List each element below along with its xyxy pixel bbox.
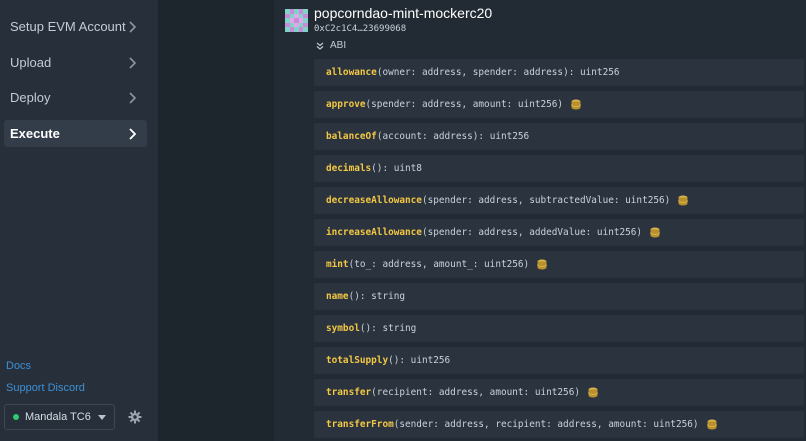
function-signature: (): uint256 [388, 355, 451, 366]
sidebar-item-upload[interactable]: Upload [4, 49, 147, 76]
function-transfer[interactable]: transfer (recipient: address, amount: uin… [314, 379, 804, 406]
function-name: totalSupply [326, 355, 389, 366]
function-signature: (to_: address, amount_: uint256) [348, 259, 530, 270]
function-signature: (): uint8 [371, 163, 422, 174]
function-signature: (account: address): uint256 [376, 131, 530, 142]
function-name: approve [326, 99, 366, 110]
chevron-right-icon [127, 127, 139, 141]
function-increaseallowance[interactable]: increaseAllowance (spender: address, adde… [314, 219, 804, 246]
sidebar-item-deploy[interactable]: Deploy [4, 84, 147, 111]
sidebar-item-setup-evm-account[interactable]: Setup EVM Account [4, 13, 147, 40]
function-balanceof[interactable]: balanceOf (account: address): uint256 [314, 123, 804, 150]
function-name: increaseAllowance [326, 227, 422, 238]
coins-icon [588, 387, 598, 398]
caret-down-icon [98, 414, 106, 420]
function-symbol[interactable]: symbol (): string [314, 315, 804, 342]
function-signature: (spender: address, subtractedValue: uint… [421, 195, 671, 206]
function-name-view[interactable]: name (): string [314, 283, 804, 310]
chevron-right-icon [127, 56, 139, 70]
network-selector[interactable]: Mandala TC6 [4, 404, 115, 430]
function-signature: (owner: address, spender: address): uint… [376, 67, 620, 78]
contract-address[interactable]: 0xC2c1C4…23699068 [314, 24, 406, 34]
sidebar: Setup EVM Account Upload Deploy Execute … [0, 0, 158, 441]
function-decimals[interactable]: decimals (): uint8 [314, 155, 804, 182]
status-dot-icon [13, 414, 19, 420]
function-name: decimals [326, 163, 372, 174]
support-discord-link[interactable]: Support Discord [6, 382, 85, 394]
sidebar-item-label: Execute [10, 126, 60, 141]
coins-icon [678, 195, 689, 206]
function-name: symbol [326, 323, 360, 334]
function-signature: (): string [348, 291, 406, 302]
coins-icon [706, 419, 717, 430]
sidebar-item-label: Deploy [10, 90, 51, 105]
function-mint[interactable]: mint (to_: address, amount_: uint256) [314, 251, 804, 278]
function-name: balanceOf [326, 131, 377, 142]
function-signature: (spender: address, addedValue: uint256) [421, 227, 643, 238]
contract-name: popcorndao-mint-mockerc20 [314, 5, 493, 21]
double-chevron-down-icon [316, 42, 324, 50]
function-approve[interactable]: approve (spender: address, amount: uint25… [314, 91, 804, 118]
sidebar-item-label: Setup EVM Account [10, 19, 126, 34]
sidebar-item-execute[interactable]: Execute [4, 120, 147, 147]
function-signature: (sender: address, recipient: address, am… [393, 419, 699, 430]
function-signature: (): string [359, 323, 417, 334]
function-transferfrom[interactable]: transferFrom (sender: address, recipient:… [314, 411, 804, 438]
contract-panel: popcorndao-mint-mockerc20 0xC2c1C4…23699… [274, 0, 806, 441]
docs-link[interactable]: Docs [6, 360, 31, 372]
function-signature: (spender: address, amount: uint256) [365, 99, 564, 110]
coins-icon [650, 227, 661, 238]
function-name: transferFrom [326, 419, 394, 430]
function-name: transfer [326, 387, 372, 398]
sidebar-item-label: Upload [10, 55, 52, 70]
network-label: Mandala TC6 [25, 411, 91, 423]
function-totalsupply[interactable]: totalSupply (): uint256 [314, 347, 804, 374]
gear-icon[interactable] [128, 410, 142, 424]
function-allowance[interactable]: allowance (owner: address, spender: addre… [314, 59, 804, 86]
function-name: mint [326, 259, 349, 270]
chevron-right-icon [127, 91, 139, 105]
chevron-right-icon [127, 20, 139, 34]
content-gutter [158, 0, 274, 441]
function-signature: (recipient: address, amount: uint256) [371, 387, 580, 398]
function-name: name [326, 291, 349, 302]
coins-icon [571, 99, 582, 110]
contract-avatar [285, 9, 308, 32]
abi-label: ABI [330, 40, 347, 51]
function-name: decreaseAllowance [326, 195, 422, 206]
function-name: allowance [326, 67, 377, 78]
coins-icon [537, 259, 548, 270]
function-decreaseallowance[interactable]: decreaseAllowance (spender: address, subt… [314, 187, 804, 214]
abi-toggle[interactable]: ABI [316, 40, 346, 51]
